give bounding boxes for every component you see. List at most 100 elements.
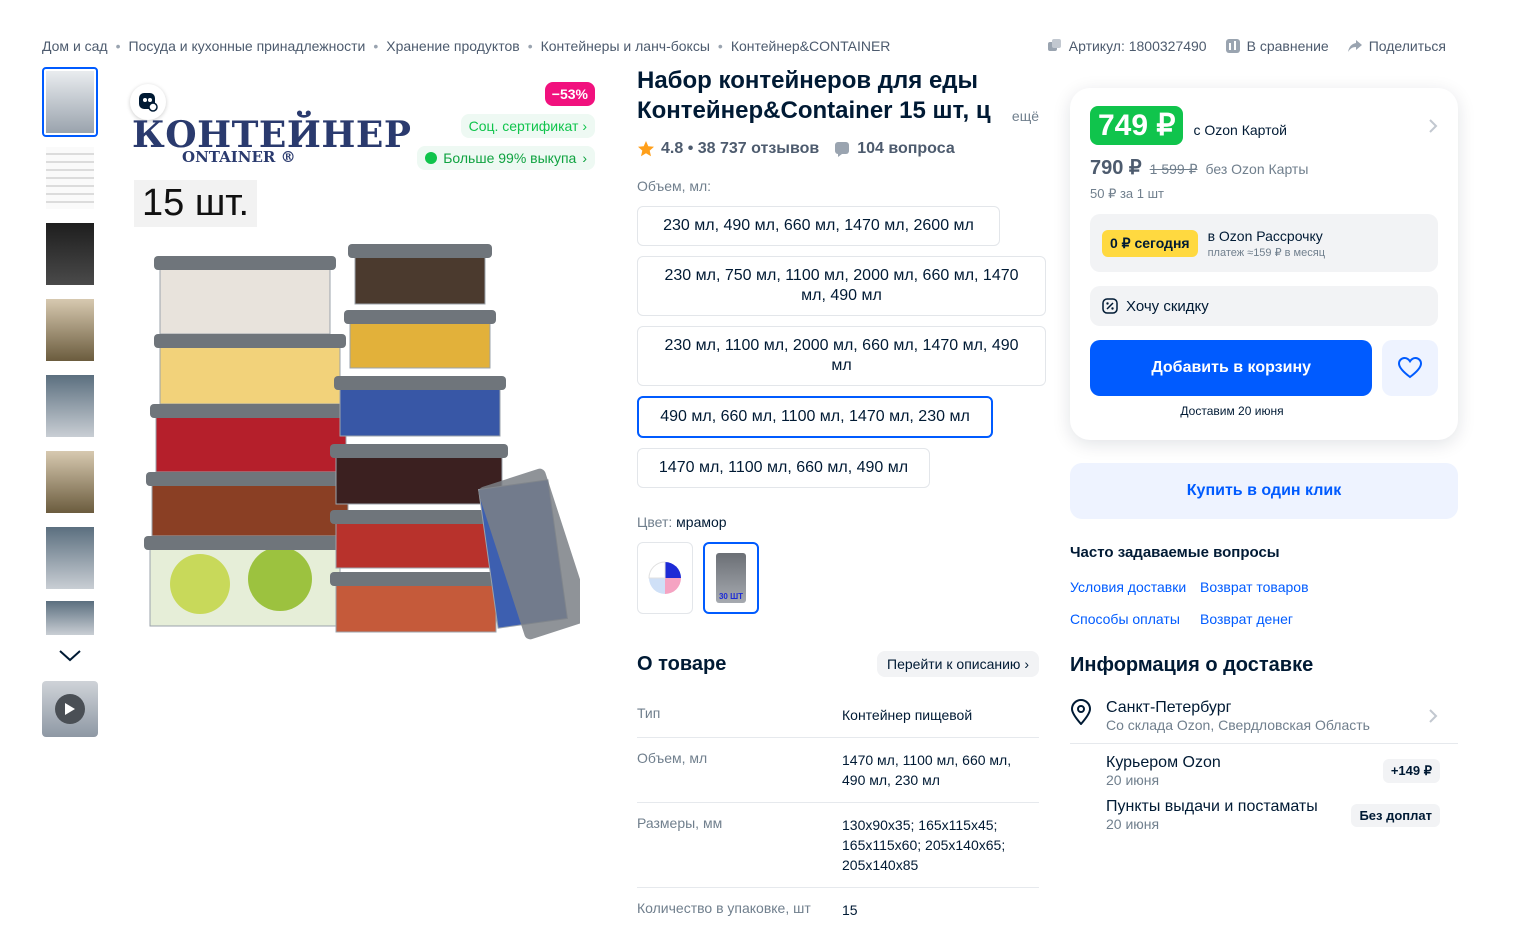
price-card-row[interactable]: 749 ₽ с Ozon Картой: [1090, 106, 1438, 145]
breadcrumb-item[interactable]: Контейнер&CONTAINER: [731, 38, 891, 54]
price-without-card: 790 ₽ 1 599 ₽ без Ozon Карты: [1090, 155, 1438, 180]
color-label: Цвет: мрамор: [637, 514, 727, 530]
chevron-right-icon: [1429, 118, 1438, 133]
volume-option[interactable]: 1470 мл, 1100 мл, 660 мл, 490 мл: [637, 448, 930, 488]
copy-icon: [1047, 39, 1061, 51]
delivery-warehouse: Со склада Ozon, Свердловская Область: [1106, 717, 1370, 733]
installment-block[interactable]: 0 ₽ сегодня в Ozon Рассрочку платеж ≈159…: [1090, 214, 1438, 272]
want-discount-button[interactable]: Хочу скидку: [1090, 286, 1438, 326]
breadcrumb-item[interactable]: Дом и сад: [42, 38, 108, 54]
spec-row: Тип Контейнер пищевой: [637, 693, 1039, 738]
color-pie-icon: [648, 561, 681, 594]
certificate-badge[interactable]: Соц. сертификат ›: [460, 114, 595, 138]
thumbnail[interactable]: [42, 447, 98, 517]
go-to-description-button[interactable]: Перейти к описанию ›: [877, 651, 1039, 677]
location-pin-icon: [1070, 699, 1092, 725]
volume-option-selected[interactable]: 490 мл, 660 мл, 1100 мл, 1470 мл, 230 мл: [637, 396, 993, 438]
thumbnail[interactable]: [42, 295, 98, 365]
volume-option[interactable]: 230 мл, 490 мл, 660 мл, 1470 мл, 2600 мл: [637, 206, 1000, 246]
faq-link[interactable]: Возврат товаров: [1200, 579, 1400, 595]
product-title: Набор контейнеров для еды Контейнер&Cont…: [637, 67, 991, 124]
breadcrumb-separator: •: [373, 38, 379, 54]
spec-table: Тип Контейнер пищевой Объем, мл 1470 мл,…: [637, 693, 1039, 932]
spec-row: Объем, мл 1470 мл, 1100 мл, 660 мл, 490 …: [637, 738, 1039, 803]
installment-today-badge: 0 ₽ сегодня: [1102, 229, 1198, 257]
reviews-link[interactable]: 4.8 • 38 737 отзывов: [661, 140, 819, 158]
breadcrumb-item[interactable]: Хранение продуктов: [386, 38, 519, 54]
product-info: Набор контейнеров для еды Контейнер&Cont…: [637, 66, 1047, 614]
chevron-right-icon: [1429, 709, 1438, 723]
installment-monthly: платеж ≈159 ₽ в месяц: [1207, 246, 1325, 259]
containers-photo: [144, 244, 580, 640]
product-meta: Артикул: 1800327490 В сравнение Поделить…: [1047, 38, 1446, 54]
volume-options: 230 мл, 490 мл, 660 мл, 1470 мл, 2600 мл…: [637, 206, 1047, 488]
breadcrumb-separator: •: [717, 38, 723, 54]
thumbnail[interactable]: [42, 371, 98, 441]
unit-price: 50 ₽ за 1 шт: [1090, 186, 1164, 201]
thumbnail[interactable]: [42, 219, 98, 289]
brand-logo: КОНТЕЙНЕР ONTAINER ®: [132, 114, 412, 166]
thumbnails-scroll-down[interactable]: [42, 643, 98, 669]
check-circle-icon: [425, 152, 438, 164]
compare-icon: [1225, 39, 1240, 53]
delivery-date: Доставим 20 июня: [1180, 404, 1284, 418]
thumbnail[interactable]: [42, 523, 98, 593]
title-more-link[interactable]: ещё: [1012, 108, 1039, 124]
price-no-card: 790 ₽: [1090, 157, 1142, 179]
color-swatch-selected[interactable]: 30 ШТ: [703, 542, 759, 614]
faq-link[interactable]: Возврат денег: [1200, 611, 1400, 627]
about-section: О товаре Перейти к описанию › Тип Контей…: [637, 651, 1039, 932]
thumbnail[interactable]: [42, 67, 98, 137]
breadcrumb: Дом и сад • Посуда и кухонные принадлежно…: [42, 38, 890, 54]
discount-icon: [1102, 298, 1118, 314]
delivery-price-badge: +149 ₽: [1382, 759, 1440, 783]
delivery-city: Санкт-Петербург: [1106, 699, 1232, 716]
add-to-cart-button[interactable]: Добавить в корзину: [1090, 340, 1373, 396]
pack-count-label: 15 шт.: [134, 180, 258, 227]
faq-title: Часто задаваемые вопросы: [1070, 544, 1280, 561]
faq-section: Часто задаваемые вопросы Условия доставк…: [1070, 544, 1458, 627]
article-copy[interactable]: Артикул: 1800327490: [1047, 38, 1207, 54]
volume-label: Объем, мл:: [637, 178, 712, 194]
share-button[interactable]: Поделиться: [1347, 38, 1446, 54]
color-swatches: 30 ШТ: [637, 542, 1047, 614]
discount-badge: −53%: [544, 82, 595, 106]
faq-link[interactable]: Способы оплаты: [1070, 611, 1200, 627]
delivery-location[interactable]: Санкт-Петербург Со склада Ozon, Свердлов…: [1070, 699, 1458, 744]
installment-title: в Ozon Рассрочку: [1207, 227, 1323, 244]
breadcrumb-separator: •: [115, 38, 121, 54]
delivery-option: Пункты выдачи и постаматы 20 июня Без до…: [1070, 788, 1458, 832]
spec-row: Размеры, мм 130x90x35; 165x115x45; 165x1…: [637, 803, 1039, 888]
faq-link[interactable]: Условия доставки: [1070, 579, 1200, 595]
star-icon: [638, 141, 654, 157]
buy-one-click-button[interactable]: Купить в один клик: [1070, 463, 1458, 519]
rating-row: 4.8 • 38 737 отзывов 104 вопроса: [637, 140, 1047, 158]
play-icon: [55, 694, 85, 724]
thumbnail[interactable]: [42, 599, 98, 637]
price-with-card: 749 ₽: [1090, 106, 1184, 145]
buyout-badge[interactable]: Больше 99% выкупа ›: [417, 146, 595, 170]
delivery-option: Курьером Ozon 20 июня +149 ₽: [1070, 744, 1458, 788]
swatch-image: 30 ШТ: [716, 553, 746, 603]
breadcrumb-separator: •: [527, 38, 533, 54]
volume-option[interactable]: 230 мл, 750 мл, 1100 мл, 2000 мл, 660 мл…: [637, 256, 1046, 316]
about-title: О товаре: [637, 652, 727, 675]
heart-icon: [1398, 357, 1423, 379]
compare-label: В сравнение: [1246, 38, 1329, 54]
video-thumbnail[interactable]: [42, 681, 98, 737]
favorite-button[interactable]: [1382, 340, 1438, 396]
questions-link[interactable]: 104 вопроса: [857, 140, 955, 158]
delivery-title: Информация о доставке: [1070, 654, 1314, 676]
breadcrumb-item[interactable]: Контейнеры и ланч-боксы: [541, 38, 710, 54]
breadcrumb-item[interactable]: Посуда и кухонные принадлежности: [129, 38, 366, 54]
main-product-image[interactable]: КОНТЕЙНЕР ONTAINER ® 15 шт. −53% Соц. се…: [120, 74, 605, 644]
color-swatch[interactable]: [637, 542, 693, 614]
share-icon: [1347, 40, 1362, 52]
chat-icon: [835, 142, 850, 157]
color-value: мрамор: [676, 514, 727, 530]
volume-option[interactable]: 230 мл, 1100 мл, 2000 мл, 660 мл, 1470 м…: [637, 326, 1046, 386]
compare-button[interactable]: В сравнение: [1225, 38, 1329, 54]
buy-box: 749 ₽ с Ozon Картой 790 ₽ 1 599 ₽ без Oz…: [1070, 88, 1458, 440]
price-card-note: с Ozon Картой: [1193, 121, 1288, 138]
thumbnail[interactable]: [42, 143, 98, 213]
